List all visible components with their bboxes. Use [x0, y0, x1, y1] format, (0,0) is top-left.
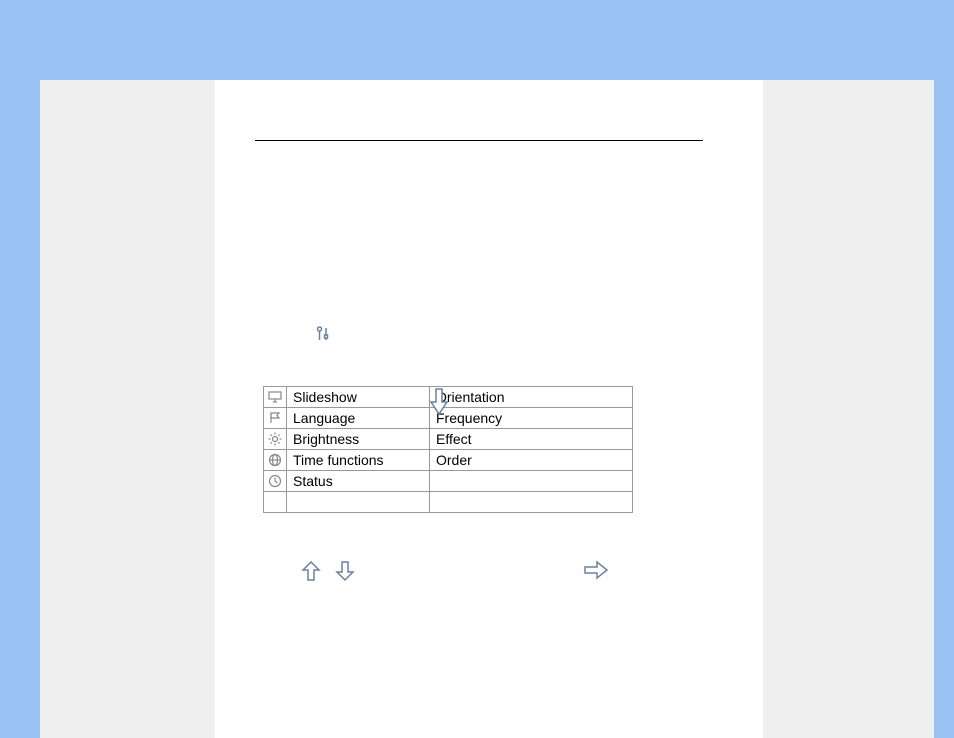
table-row: Language Frequency: [264, 408, 633, 429]
horizontal-rule: [255, 140, 703, 141]
clock-icon: [268, 474, 282, 488]
row-icon-cell: [264, 492, 287, 513]
monitor-icon: [268, 391, 282, 403]
row-label[interactable]: Language: [287, 408, 430, 429]
page: Slideshow Orientation Language Frequency…: [215, 80, 763, 738]
row-icon-cell: [264, 408, 287, 429]
row-sub: [430, 471, 633, 492]
row-label[interactable]: Status: [287, 471, 430, 492]
tools-icon: [315, 326, 331, 345]
row-label[interactable]: Slideshow: [287, 387, 430, 408]
settings-table: Slideshow Orientation Language Frequency…: [263, 386, 633, 513]
right-arrow-button[interactable]: [583, 560, 609, 583]
table-row: [264, 492, 633, 513]
row-label[interactable]: Time functions: [287, 450, 430, 471]
row-sub[interactable]: Effect: [430, 429, 633, 450]
row-icon-cell: [264, 387, 287, 408]
up-arrow-button[interactable]: [300, 560, 322, 585]
row-icon-cell: [264, 429, 287, 450]
document-area: Slideshow Orientation Language Frequency…: [40, 80, 934, 738]
flag-icon: [268, 412, 282, 424]
nav-bar: [300, 560, 620, 588]
row-sub[interactable]: Order: [430, 450, 633, 471]
row-sub[interactable]: Frequency: [430, 408, 633, 429]
row-label: [287, 492, 430, 513]
table-row: Brightness Effect: [264, 429, 633, 450]
table-row: Status: [264, 471, 633, 492]
globe-icon: [268, 453, 282, 467]
table-row: Slideshow Orientation: [264, 387, 633, 408]
row-label[interactable]: Brightness: [287, 429, 430, 450]
row-icon-cell: [264, 471, 287, 492]
row-sub: [430, 492, 633, 513]
row-icon-cell: [264, 450, 287, 471]
table-row: Time functions Order: [264, 450, 633, 471]
down-arrow-button[interactable]: [334, 560, 356, 585]
viewport: Slideshow Orientation Language Frequency…: [0, 0, 954, 738]
sun-icon: [268, 432, 282, 446]
row-sub[interactable]: Orientation: [430, 387, 633, 408]
